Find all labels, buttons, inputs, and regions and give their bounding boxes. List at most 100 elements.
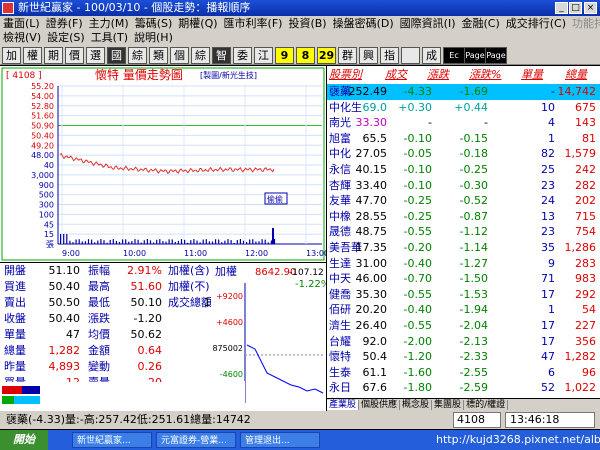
volume-bar xyxy=(196,240,198,244)
toolbar-button[interactable]: 成 xyxy=(422,47,441,64)
toolbar-button[interactable]: 價 xyxy=(65,47,84,64)
menu-item[interactable]: 期權(Q) xyxy=(175,17,220,30)
stock-row[interactable]: 南光 33.30 - - 4 143 xyxy=(327,115,600,131)
stock-row[interactable]: 濟生 26.40 -0.55 -2.04 17 227 xyxy=(327,318,600,334)
tab-group[interactable]: 集團股 xyxy=(432,400,465,410)
stock-row[interactable]: 中天 46.00 -0.70 -1.50 71 983 xyxy=(327,271,600,287)
stock-change: -0.55 xyxy=(403,318,432,332)
toolbar-button[interactable]: 權 xyxy=(23,47,42,64)
toolbar-button[interactable]: 智 xyxy=(212,47,231,64)
volume-bar xyxy=(81,241,83,244)
toolbar-button[interactable]: 29 xyxy=(317,47,336,64)
task-button[interactable]: 管理退出... xyxy=(240,432,320,448)
toolbar-button[interactable] xyxy=(401,47,420,64)
stock-row[interactable]: 永日 67.6 -1.80 -2.59 52 1,022 xyxy=(327,380,600,396)
stat-value: 0.26 xyxy=(137,360,163,373)
toolbar-button[interactable]: 類 xyxy=(149,47,168,64)
volume-bar xyxy=(246,242,248,244)
task-button[interactable]: 元富證券-營業... xyxy=(156,432,236,448)
stock-row[interactable]: 健喬 35.30 -0.55 -1.53 17 292 xyxy=(327,287,600,303)
stock-row[interactable]: 台耀 92.0 -2.00 -2.13 17 356 xyxy=(327,334,600,350)
stock-row[interactable]: 旭富 65.5 -0.10 -0.15 1 81 xyxy=(327,131,600,147)
chart-marker: 偷偷 xyxy=(267,194,283,204)
menu-item[interactable]: 金融(C) xyxy=(459,17,503,30)
stock-row[interactable]: 襃藥 252.49 -4.33 -1.69-14,742 xyxy=(327,84,600,100)
toolbar-button[interactable]: 選 xyxy=(86,47,105,64)
stock-price: 28.55 xyxy=(355,209,388,223)
menu-item[interactable]: 證券(F) xyxy=(43,17,86,30)
menu-item[interactable]: 功能排行(C) xyxy=(569,17,600,30)
toolbar-button[interactable]: 期 xyxy=(44,47,63,64)
toolbar-button[interactable]: 8 xyxy=(296,47,315,64)
col-header-name[interactable]: 股票別 xyxy=(329,66,362,84)
menu-item[interactable]: 國際資訊(I) xyxy=(397,17,459,30)
menu-item[interactable]: 說明(H) xyxy=(131,31,176,44)
col-header-total[interactable]: 總量 xyxy=(565,66,587,84)
menu-item[interactable]: 籌碼(S) xyxy=(132,17,176,30)
stock-code-input[interactable]: 4108 xyxy=(453,412,501,428)
toolbar-button[interactable]: 群 xyxy=(338,47,357,64)
close-button[interactable]: × xyxy=(584,2,597,14)
stock-change: -0.10 xyxy=(403,178,432,192)
app-icon xyxy=(2,2,14,14)
toolbar-button[interactable]: 綜 xyxy=(128,47,147,64)
stock-name: 友華 xyxy=(329,194,351,208)
stock-row[interactable]: 中化 27.05 -0.05 -0.18 82 1,579 xyxy=(327,146,600,162)
toolbar-button[interactable]: 9 xyxy=(275,47,294,64)
col-header-pct[interactable]: 漲跌% xyxy=(469,66,501,84)
stock-row[interactable]: 永信 40.15 -0.10 -0.25 25 242 xyxy=(327,162,600,178)
toolbar-button[interactable]: Page xyxy=(464,47,486,64)
stock-pct: -2.55 xyxy=(459,365,488,379)
stock-row[interactable]: 晟德 48.75 -0.55 -1.12 23 754 xyxy=(327,224,600,240)
stock-row[interactable]: 生泰 61.1 -1.60 -2.55 6 96 xyxy=(327,365,600,381)
tab-concept[interactable]: 概念股 xyxy=(400,400,433,410)
toolbar-button[interactable]: 加 xyxy=(2,47,21,64)
stock-price: 69.0 xyxy=(362,100,388,114)
toolbar-button[interactable]: 國 xyxy=(107,47,126,64)
stock-row[interactable]: 佰研 20.20 -0.40 -1.94 1 54 xyxy=(327,302,600,318)
toolbar-button[interactable]: 興 xyxy=(359,47,378,64)
tab-warrant[interactable]: 標的/權證 xyxy=(464,400,509,410)
stock-row[interactable]: 生達 31.00 -0.40 -1.27 9 283 xyxy=(327,256,600,272)
menu-item[interactable]: 匯市利率(F) xyxy=(221,17,286,30)
col-header-vol[interactable]: 單量 xyxy=(521,66,543,84)
stock-row[interactable]: 中橡 28.55 -0.25 -0.87 13 715 xyxy=(327,209,600,225)
chart-time-label: 9:00 xyxy=(62,249,80,258)
menu-item[interactable]: 主力(M) xyxy=(86,17,132,30)
task-button[interactable]: 新世紀贏家... xyxy=(72,432,152,448)
toolbar-button[interactable]: 委 xyxy=(233,47,252,64)
stat-value: 47 xyxy=(66,328,80,341)
stock-row[interactable]: 美吾華 17.35 -0.20 -1.14 35 1,286 xyxy=(327,240,600,256)
menu-item[interactable]: 設定(S) xyxy=(44,31,88,44)
col-header-price[interactable]: 成交 xyxy=(385,66,407,84)
volume-bar xyxy=(115,240,117,244)
stock-row[interactable]: 中化生 69.0 +0.30 +0.44 10 675 xyxy=(327,100,600,116)
tab-industry[interactable]: 產業股 xyxy=(327,400,360,410)
toolbar-button[interactable]: Page xyxy=(485,47,507,64)
minimize-button[interactable]: _ xyxy=(555,2,568,14)
col-header-change[interactable]: 漲跌 xyxy=(427,66,449,84)
volume-bar xyxy=(146,239,148,244)
tab-supply[interactable]: 個股供應 xyxy=(359,400,401,410)
menu-item[interactable]: 投資(B) xyxy=(285,17,329,30)
toolbar-button[interactable]: 個 xyxy=(170,47,189,64)
stat-label: 開盤 xyxy=(4,264,26,277)
menu-item[interactable]: 檢視(V) xyxy=(0,31,44,44)
maximize-button[interactable]: □ xyxy=(569,2,582,14)
stock-name: 杏輝 xyxy=(329,178,351,192)
menu-item[interactable]: 工具(T) xyxy=(88,31,131,44)
toolbar-button[interactable]: 指 xyxy=(380,47,399,64)
menu-item[interactable]: 操盤密碼(D) xyxy=(330,17,397,30)
volume-bar xyxy=(258,241,260,244)
toolbar-button[interactable]: 江 xyxy=(254,47,273,64)
stock-change: -1.20 xyxy=(403,350,432,364)
start-button[interactable]: 開始 xyxy=(0,430,48,450)
stock-row[interactable]: 懷特 50.4 -1.20 -2.33 47 1,282 xyxy=(327,349,600,365)
toolbar-button[interactable]: Ec xyxy=(443,47,465,64)
stock-name: 佰研 xyxy=(329,303,351,317)
toolbar-button[interactable]: 綜 xyxy=(191,47,210,64)
stock-row[interactable]: 杏輝 33.40 -0.10 -0.30 23 282 xyxy=(327,178,600,194)
stock-row[interactable]: 友華 47.70 -0.25 -0.52 24 202 xyxy=(327,193,600,209)
menu-item[interactable]: 畫面(L) xyxy=(0,17,43,30)
menu-item[interactable]: 成交排行(C) xyxy=(503,17,569,30)
